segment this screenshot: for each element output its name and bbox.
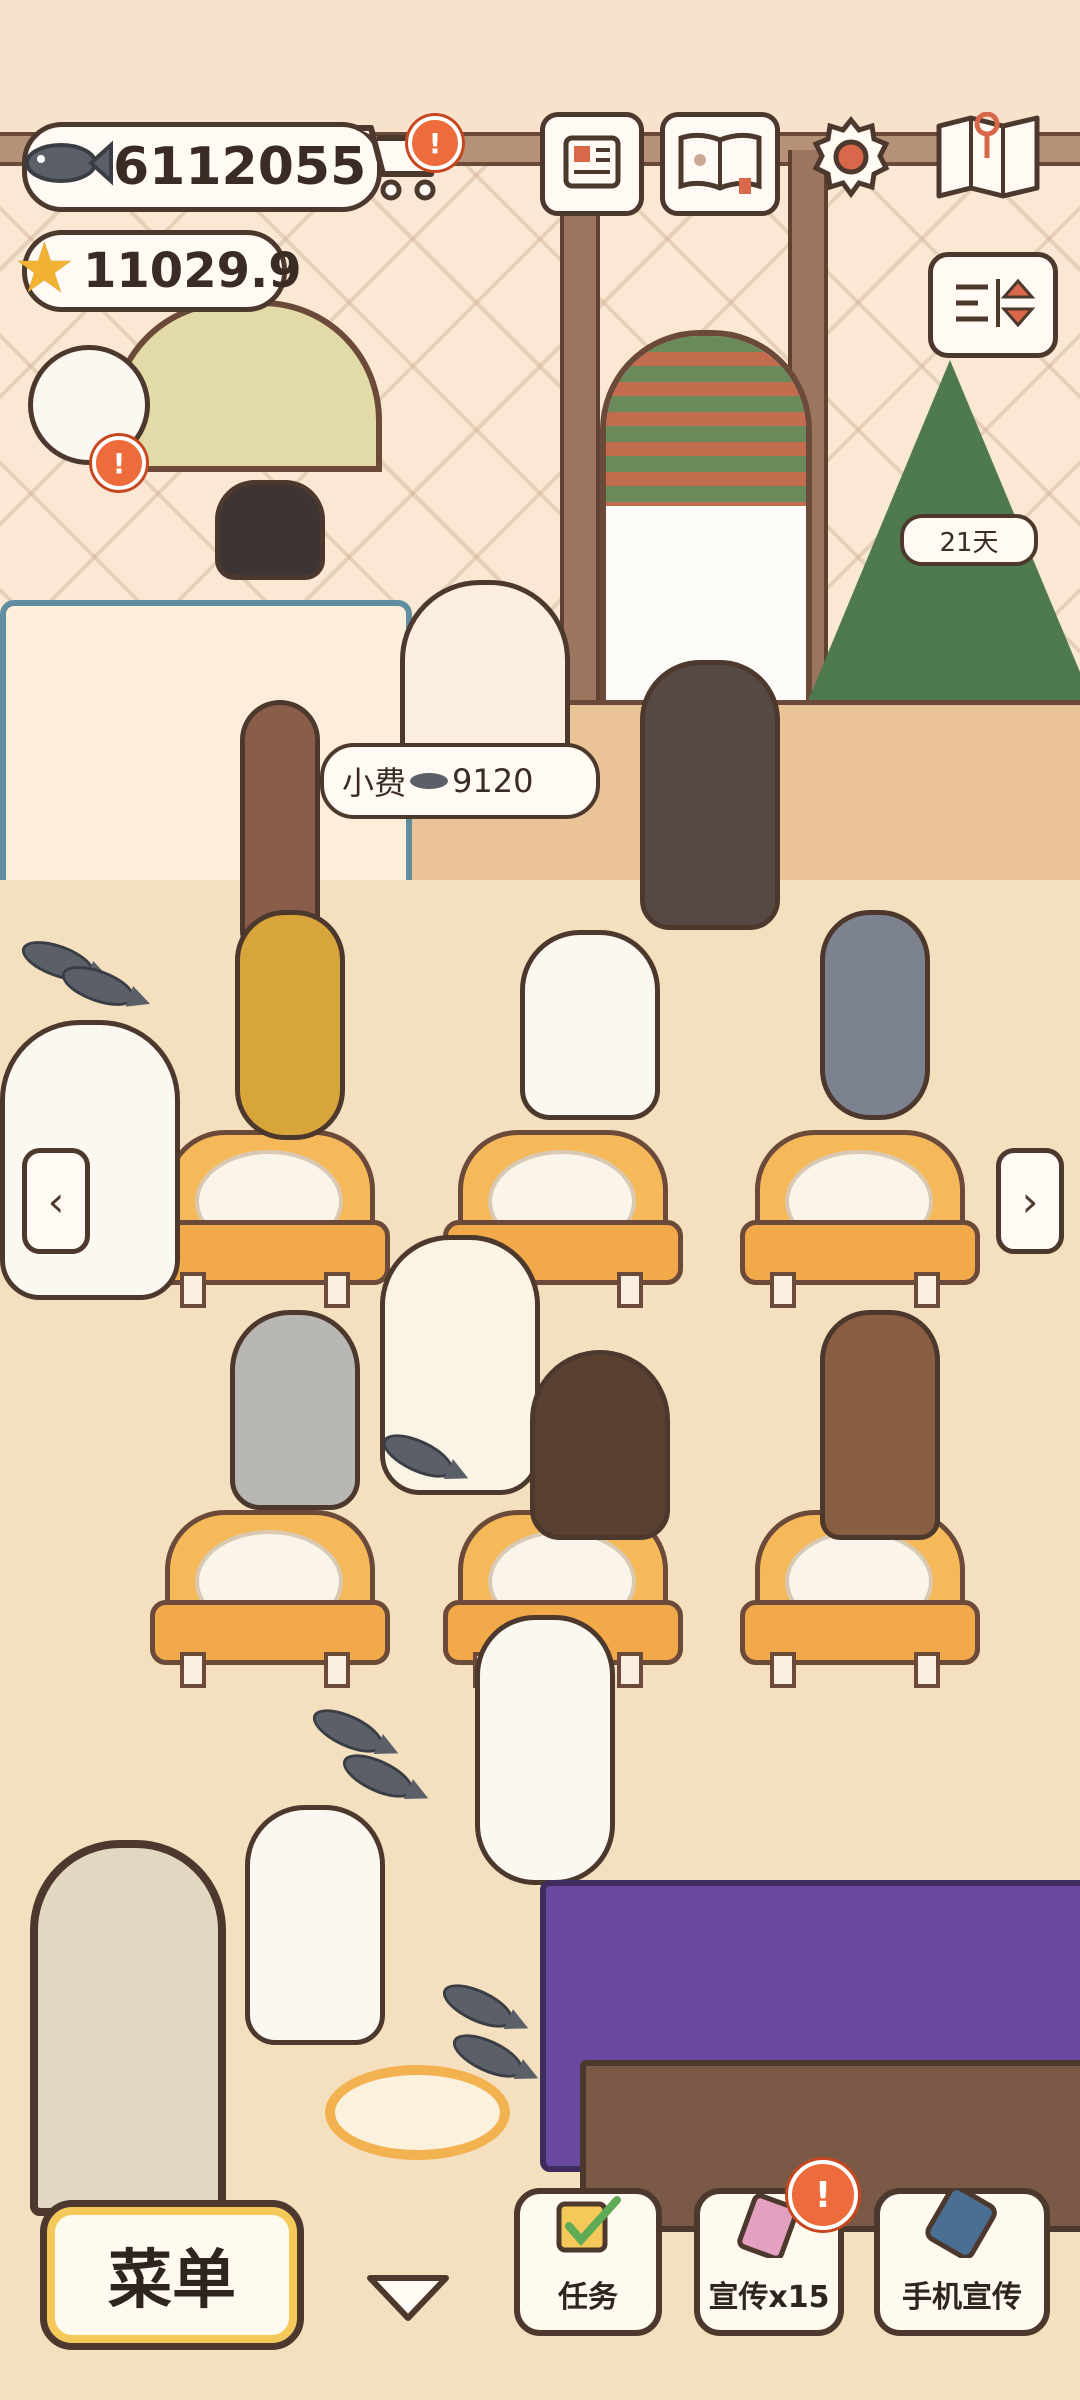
table-leg [617, 1652, 643, 1688]
table-leg [770, 1272, 796, 1308]
cat-book-icon [675, 130, 765, 198]
task-button[interactable]: 任务 [514, 2188, 662, 2336]
table-leg [617, 1272, 643, 1308]
curtain-left [606, 336, 706, 506]
promote-alert-badge: ! [788, 2160, 858, 2230]
menu-label: 菜单 [108, 2244, 236, 2318]
settings-button[interactable] [804, 112, 898, 206]
table-leg [770, 1652, 796, 1688]
star-icon: ★ [13, 227, 76, 309]
settings-gear-icon [806, 112, 896, 206]
table-leg [180, 1652, 206, 1688]
wooden-post [560, 150, 600, 710]
hyena-customer[interactable] [235, 910, 345, 1140]
dog-customer[interactable] [520, 930, 660, 1120]
rose-lantern [30, 1840, 226, 2216]
shop-alert-badge: ! [408, 116, 462, 170]
table-leg [914, 1652, 940, 1688]
event-days-badge: 21天 [900, 514, 1038, 566]
filter-toggle-icon [948, 273, 1038, 337]
newspaper-icon [560, 130, 624, 198]
corgi-staff[interactable] [245, 1805, 385, 2045]
chevron-right-icon: › [1021, 1176, 1039, 1226]
scroll-left-button[interactable]: ‹ [22, 1148, 90, 1254]
bear-waiter[interactable] [640, 660, 780, 930]
table-leg [180, 1272, 206, 1308]
menu-button[interactable]: 菜单 [40, 2200, 304, 2350]
cat-book-button[interactable] [660, 112, 780, 216]
table-leg [324, 1652, 350, 1688]
fish-icon [23, 135, 113, 195]
bulldog-customer[interactable] [230, 1310, 360, 1510]
ceiling [0, 0, 1080, 140]
table-leg [914, 1272, 940, 1308]
phone-promote-button[interactable]: 手机宣传 [874, 2185, 1050, 2336]
display-filter-button[interactable] [928, 252, 1058, 358]
chevron-down-icon [362, 2270, 454, 2328]
task-checklist-icon [553, 2194, 623, 2268]
collapse-button[interactable] [362, 2272, 454, 2326]
promote-label: 宣传x15 [708, 2280, 830, 2315]
cat-detective-customer[interactable] [820, 1310, 940, 1540]
fish-icon [410, 773, 449, 789]
customer-alert-badge: ! [92, 436, 146, 490]
fish-currency-value: 6112055 [113, 137, 367, 197]
border-collie-staff[interactable] [475, 1615, 615, 1885]
tip-label: 小费 [342, 764, 407, 802]
map-button[interactable] [932, 111, 1044, 206]
pet-bed-rug [325, 2065, 510, 2160]
tip-bubble[interactable]: 小费 9120 [320, 743, 600, 819]
black-cat-staff[interactable] [215, 480, 325, 580]
rating-display: ★ 11029.9 [13, 230, 302, 312]
phone-promote-label: 手机宣传 [902, 2280, 1022, 2315]
task-label: 任务 [558, 2280, 618, 2315]
table[interactable] [150, 1510, 390, 1688]
phone-icon [922, 2185, 1002, 2268]
table[interactable] [740, 1130, 980, 1308]
table-leg [324, 1272, 350, 1308]
curtain-right [706, 336, 806, 506]
scroll-right-button[interactable]: › [996, 1148, 1064, 1254]
chevron-left-icon: ‹ [47, 1176, 65, 1226]
map-icon [933, 111, 1043, 206]
tip-amount: 9120 [452, 762, 534, 800]
restaurant-scene [0, 0, 1080, 2400]
hedgehog-customer[interactable] [530, 1350, 670, 1540]
aardwolf-customer[interactable] [820, 910, 930, 1120]
newspaper-button[interactable] [540, 112, 644, 216]
fish-currency-display: 6112055 [22, 122, 382, 212]
table[interactable] [150, 1130, 390, 1308]
rating-value: 11029.9 [83, 243, 302, 299]
